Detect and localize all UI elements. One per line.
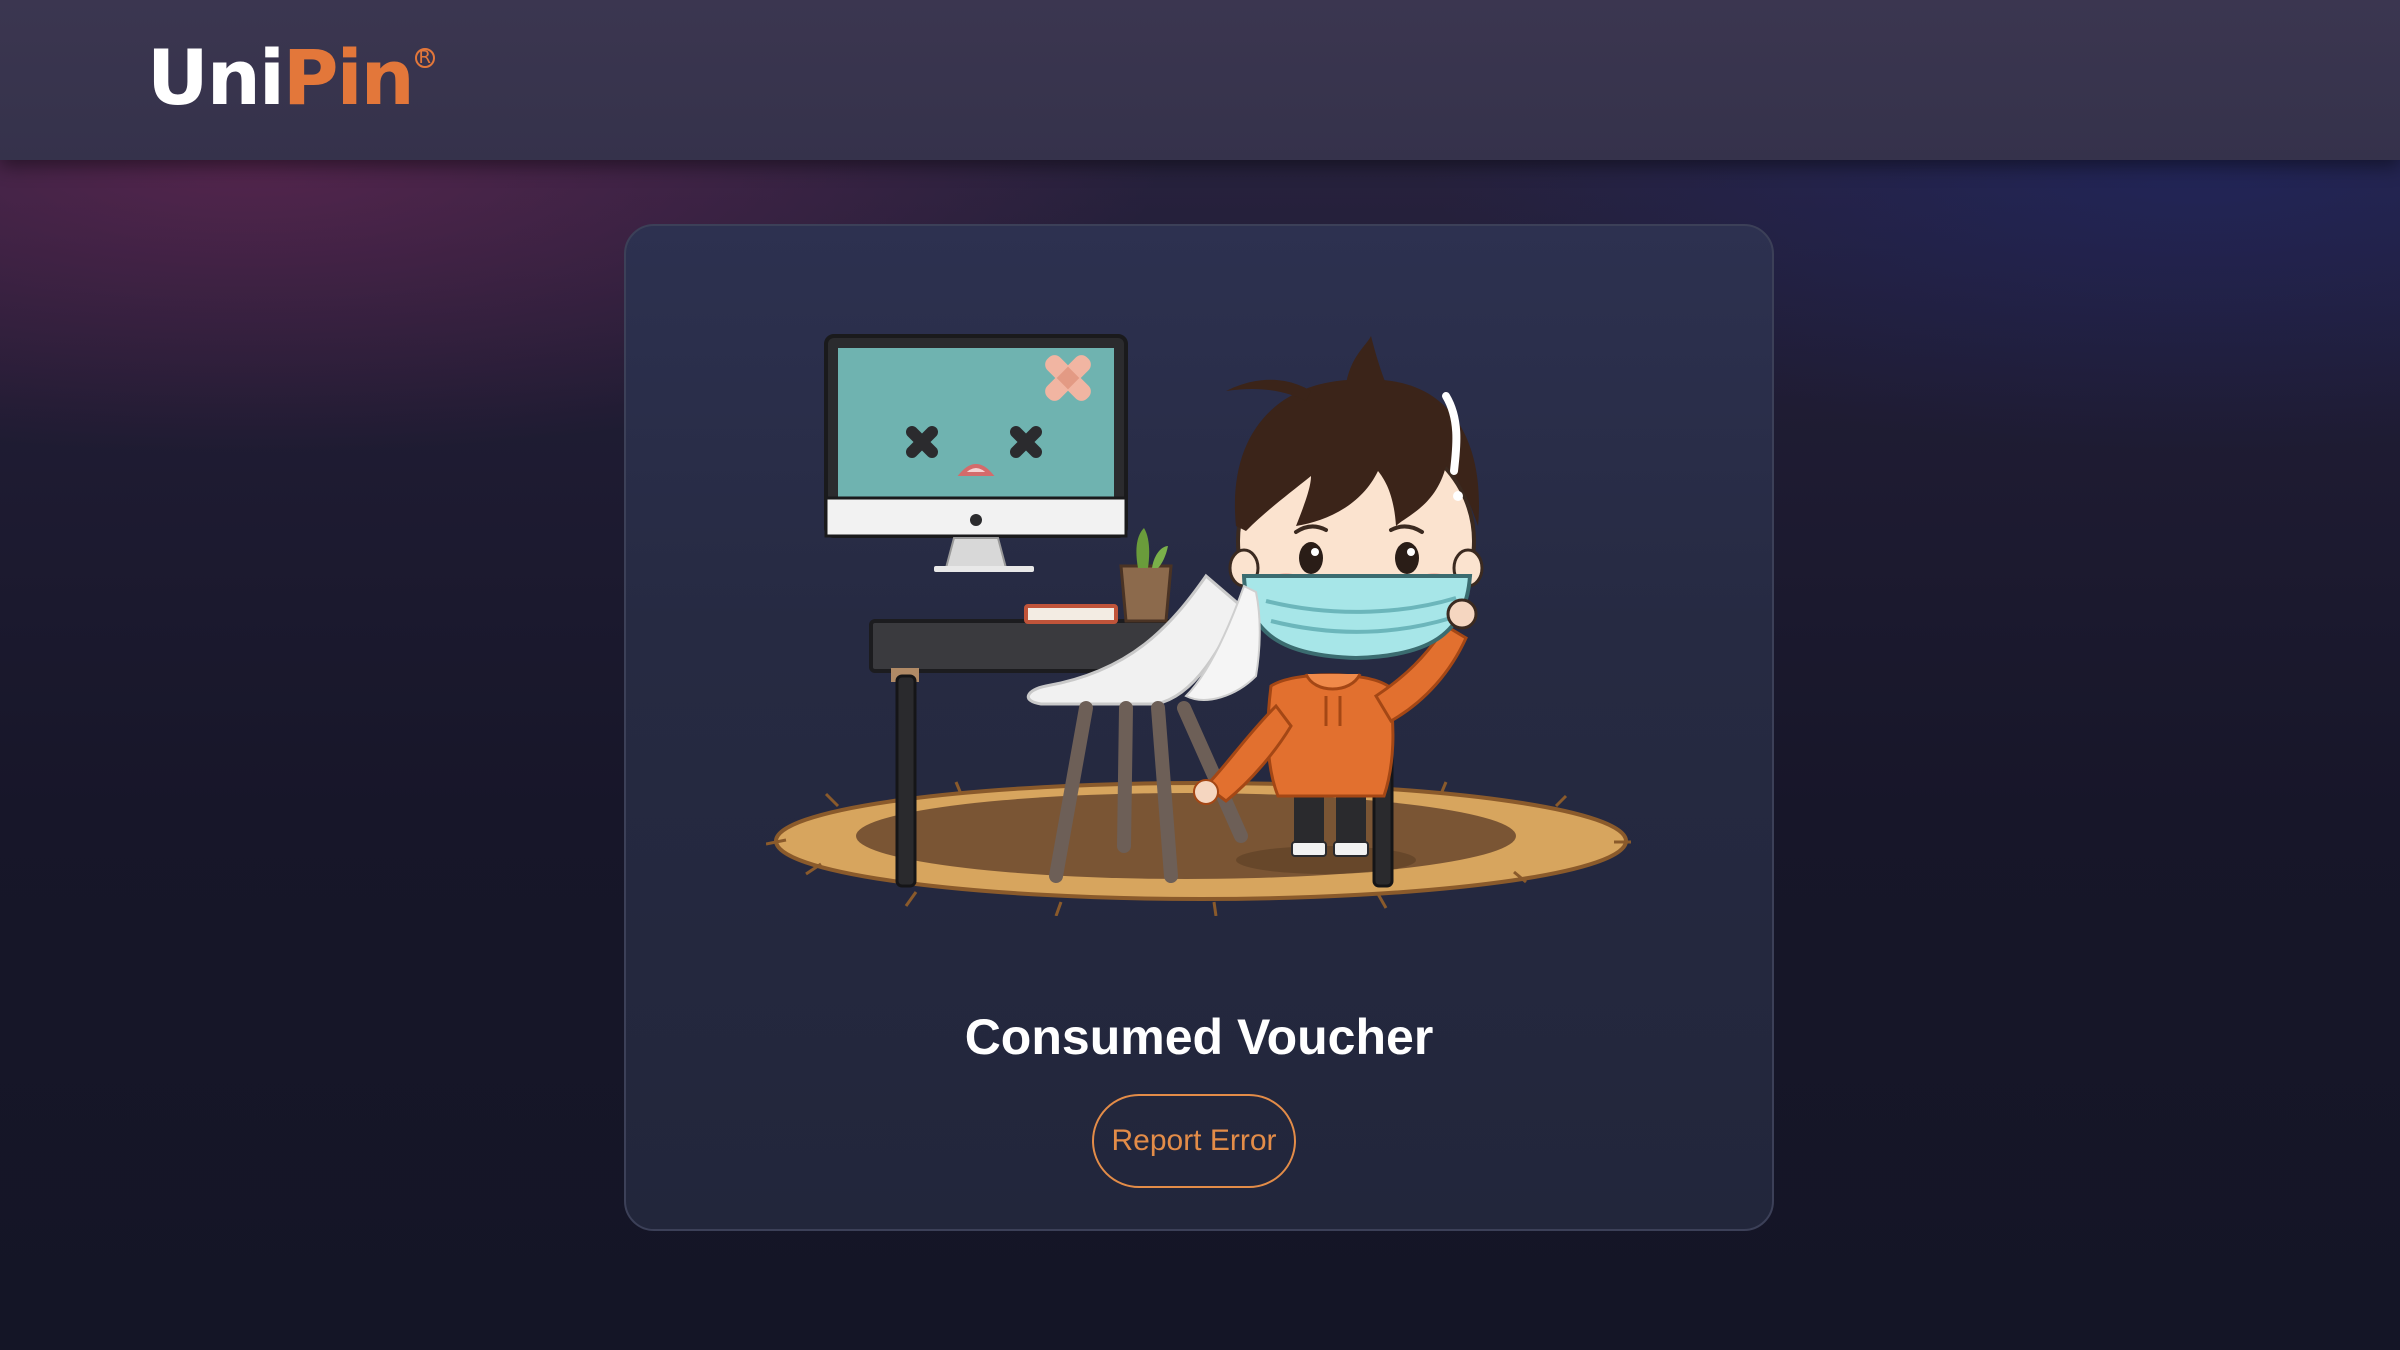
- registered-trademark-icon: R: [414, 48, 435, 68]
- report-error-button[interactable]: Report Error: [1092, 1094, 1296, 1188]
- logo-text-pin: Pin: [282, 33, 415, 122]
- desk-items-shape: [1024, 528, 1173, 624]
- monitor-shape: [824, 334, 1128, 572]
- broken-computer-illustration: [766, 334, 1631, 916]
- error-card: Consumed Voucher Report Error: [624, 224, 1774, 1231]
- logo-text-uni: Uni: [147, 33, 285, 122]
- error-title: Consumed Voucher: [964, 1008, 1434, 1065]
- top-navigation-bar: Uni Pin R: [0, 0, 2400, 160]
- unipin-logo[interactable]: Uni Pin R: [147, 40, 435, 116]
